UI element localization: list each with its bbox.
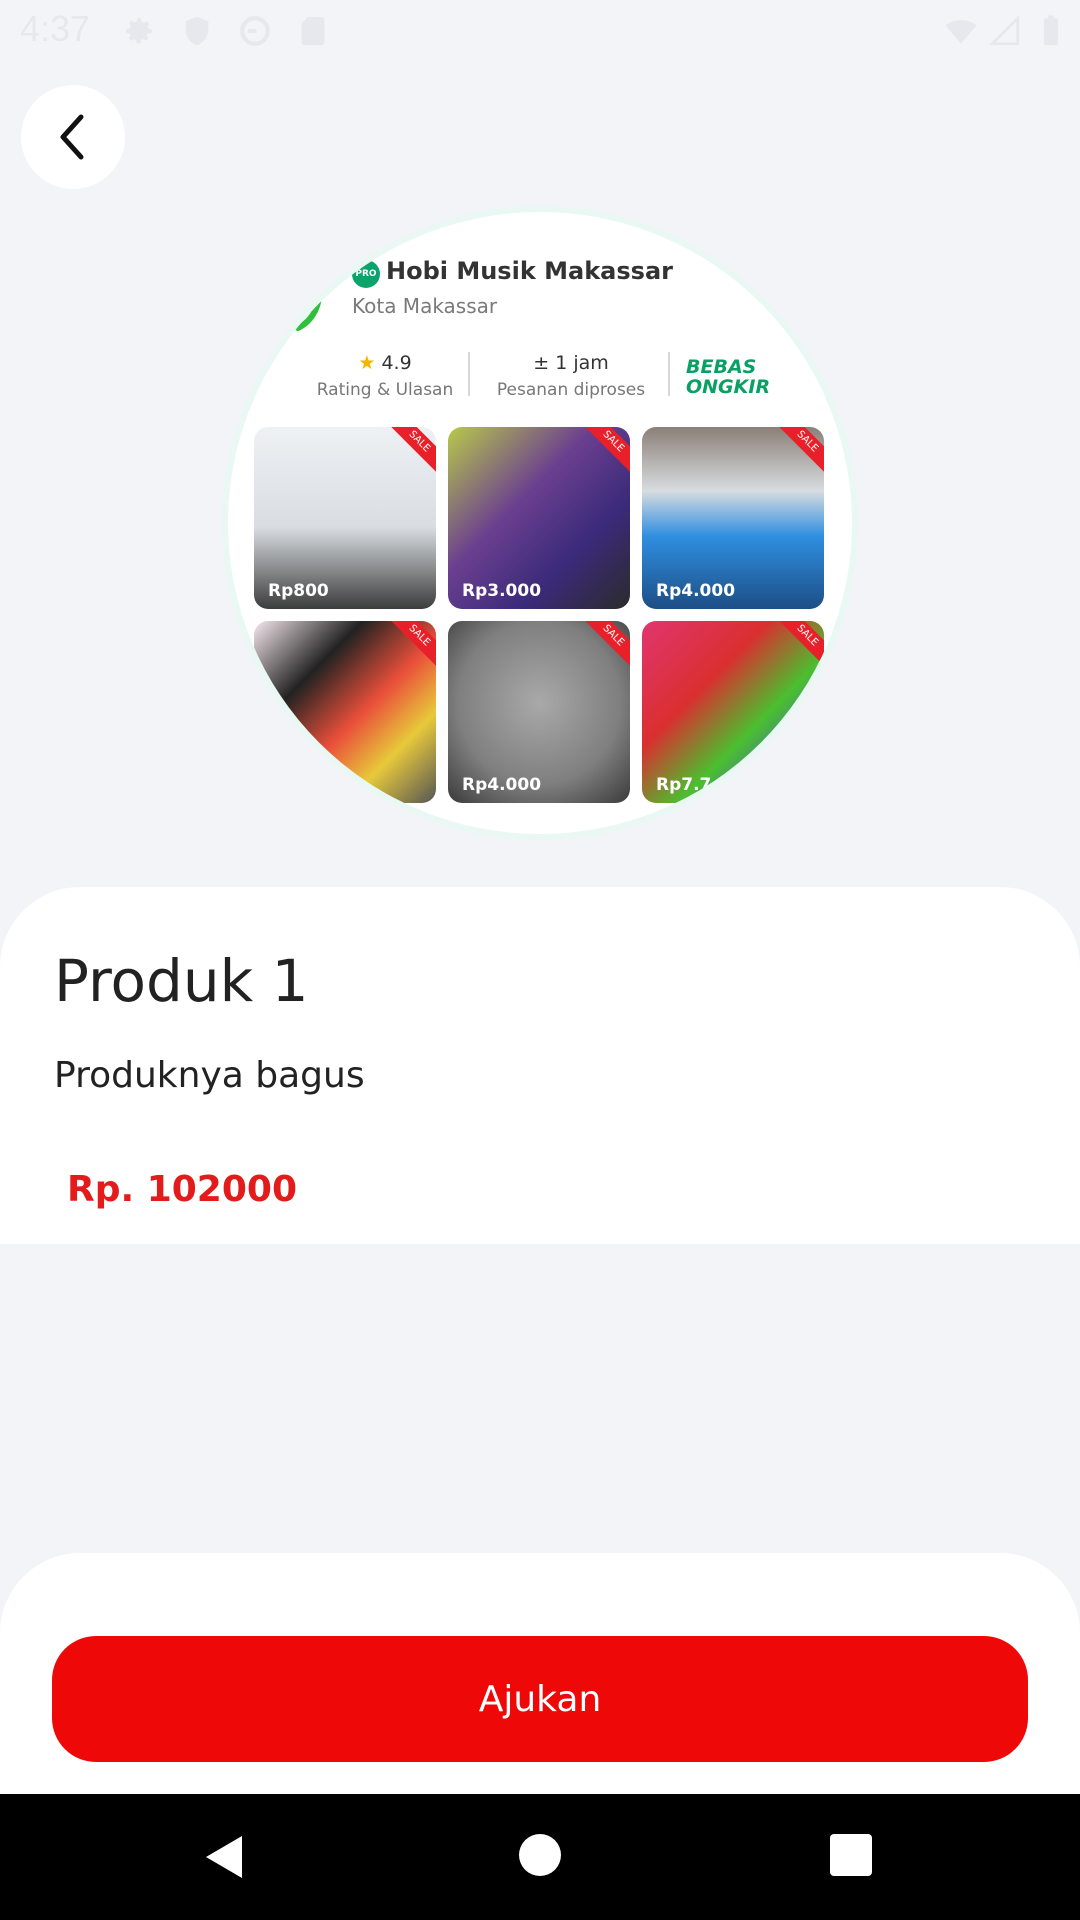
process-label: Pesanan diproses — [496, 380, 646, 400]
navigation-bar — [0, 1794, 1080, 1920]
battery-icon — [1043, 15, 1059, 46]
product-tile: SALE Rp7.7 — [642, 621, 824, 803]
store-logo-icon — [295, 282, 322, 331]
sale-ribbon: SALE — [768, 621, 824, 675]
rating-stat: ★ 4.9 Rating & Ulasan — [310, 352, 460, 400]
tile-price: Rp7.7 — [656, 775, 712, 795]
free-shipping-badge: BEBAS ONGKIR — [686, 357, 774, 397]
arrow-left-icon — [60, 114, 84, 160]
submit-button[interactable]: Ajukan — [52, 1636, 1028, 1762]
product-info-card: Produk 1 Produknya bagus Rp. 102000 — [0, 887, 1080, 1244]
sale-ribbon: SALE — [574, 621, 630, 675]
store-name: Hobi Musik Makassar — [386, 257, 673, 285]
sale-ribbon: SALE — [380, 621, 436, 675]
free-shipping-line2: ONGKIR — [686, 376, 771, 398]
product-tile: SALE Rp800 — [254, 427, 436, 609]
product-tile: SALE Rp3.000 — [448, 427, 630, 609]
tile-price: Rp4.000 — [656, 581, 736, 601]
sale-ribbon: SALE — [380, 427, 436, 481]
tile-price: Rp800 — [268, 581, 329, 601]
process-stat: ± 1 jam Pesanan diproses — [476, 352, 666, 400]
status-bar: 4:37 — [0, 0, 1080, 62]
product-image: PRO Hobi Musik Makassar Kota Makassar ★ … — [228, 212, 852, 834]
shield-icon — [185, 16, 209, 46]
product-title: Produk 1 — [54, 947, 309, 1015]
sale-ribbon: SALE — [768, 427, 824, 481]
tile-price: Rp3.000 — [462, 581, 542, 601]
stat-divider — [668, 352, 670, 396]
product-price: Rp. 102000 — [67, 1169, 297, 1210]
product-tile: SALE Rp4.000 — [448, 621, 630, 803]
process-value: ± 1 jam — [533, 352, 609, 374]
store-city: Kota Makassar — [352, 294, 498, 318]
nav-back-icon[interactable] — [204, 1834, 244, 1880]
rating-value: 4.9 — [381, 352, 412, 374]
gear-icon — [126, 18, 152, 44]
rating-label: Rating & Ulasan — [316, 380, 454, 400]
wifi-icon — [945, 20, 977, 44]
status-time: 4:37 — [20, 8, 91, 49]
nav-recent-apps-icon[interactable] — [830, 1834, 872, 1876]
sync-icon — [240, 16, 270, 46]
nav-home-icon[interactable] — [519, 1834, 561, 1876]
free-shipping-line1: BEBAS — [686, 356, 757, 378]
sd-card-icon — [301, 16, 325, 46]
back-button[interactable] — [21, 85, 125, 189]
sale-ribbon: SALE — [574, 427, 630, 481]
tile-price: Rp4.000 — [462, 775, 542, 795]
signal-icon — [988, 14, 1020, 46]
stat-divider — [468, 352, 470, 396]
star-icon: ★ — [358, 352, 376, 374]
product-tile: SALE — [254, 621, 436, 803]
pro-badge: PRO — [352, 260, 380, 288]
product-tile: SALE Rp4.000 — [642, 427, 824, 609]
product-description: Produknya bagus — [54, 1055, 365, 1096]
bottom-action-sheet: Ajukan — [0, 1553, 1080, 1794]
store-header: PRO Hobi Musik Makassar Kota Makassar ★ … — [228, 212, 852, 412]
